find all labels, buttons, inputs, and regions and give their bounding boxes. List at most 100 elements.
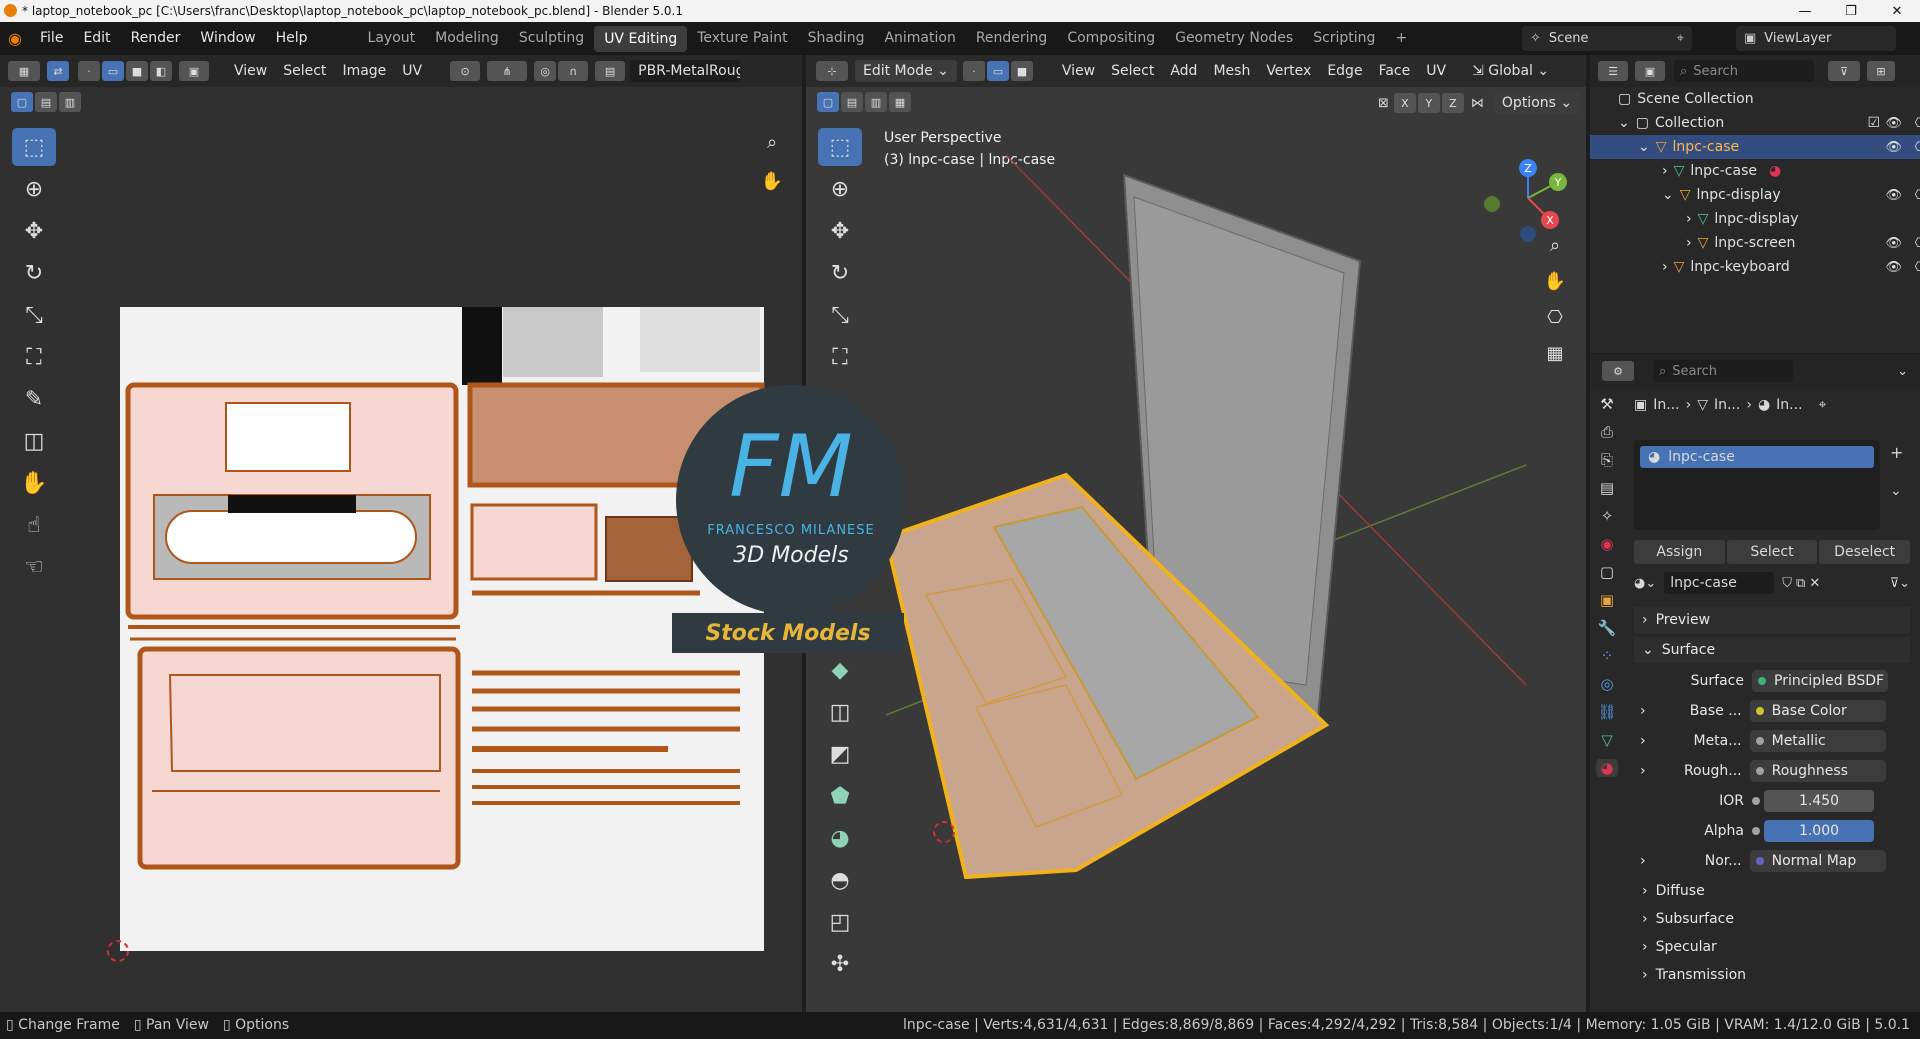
material-slot-list[interactable]: ◕ lnpc-case	[1634, 440, 1880, 530]
vp-mode-new-icon[interactable]: ▢	[817, 92, 839, 112]
close-icon[interactable]: ✕	[1874, 0, 1920, 22]
extrude-tool-icon[interactable]: ◆	[818, 651, 862, 689]
output-tab-icon[interactable]: ⎘	[1601, 451, 1613, 469]
vp-cursor-tool-icon[interactable]: ⊕	[818, 170, 862, 208]
tab-geometry-nodes[interactable]: Geometry Nodes	[1165, 22, 1303, 55]
physics-tab-icon[interactable]: ◎	[1600, 675, 1613, 693]
ortho-toggle-icon[interactable]: ▦	[1540, 338, 1570, 368]
menu-window[interactable]: Window	[190, 22, 265, 55]
mirror-z[interactable]: Z	[1441, 93, 1464, 113]
view-layer-tab-icon[interactable]: ▤	[1600, 479, 1614, 497]
expand-arrow-icon[interactable]: ›	[1640, 703, 1646, 719]
transform-tool-icon[interactable]: ⛶	[12, 338, 56, 376]
input-field[interactable]: Roughness	[1749, 760, 1886, 782]
orientation-selector[interactable]: ⇲ Global ⌄	[1464, 63, 1557, 79]
vp-scale-tool-icon[interactable]: ⤡	[818, 296, 862, 334]
uv-zoom-icon[interactable]: ⌕	[757, 127, 787, 157]
uv-menu-uv[interactable]: UV	[394, 63, 430, 79]
snap-icon[interactable]: ⋔	[487, 61, 528, 81]
laptop-model[interactable]	[886, 155, 1526, 895]
pinch-tool-icon[interactable]: ☜	[12, 548, 56, 586]
ior-field[interactable]: 1.450	[1764, 790, 1874, 812]
object-tab-icon[interactable]: ▣	[1600, 591, 1614, 609]
tab-layout[interactable]: Layout	[358, 22, 426, 55]
material-slot-row[interactable]: ◕ lnpc-case	[1640, 446, 1874, 468]
uv-menu-select[interactable]: Select	[275, 63, 334, 79]
duplicate-material-icon[interactable]: ⧉	[1796, 576, 1805, 591]
snap-3d-icon[interactable]: ⋈	[1471, 96, 1484, 111]
visibility-eye-icon[interactable]: 👁	[1885, 260, 1902, 275]
exclude-checkbox-icon[interactable]: ☑	[1867, 115, 1880, 131]
section-subsurface[interactable]: › Subsurface	[1634, 907, 1734, 931]
material-browse-icon[interactable]: ◕⌄	[1634, 576, 1656, 591]
normal-field[interactable]: Normal Map	[1749, 850, 1886, 872]
pivot-icon[interactable]: ⊙	[450, 61, 481, 81]
outliner-row-lnpc-keyboard[interactable]: › ▽ lnpc-keyboard 👁 ⎔	[1590, 255, 1920, 279]
annotate-tool-icon[interactable]: ✎	[12, 380, 56, 418]
tab-rendering[interactable]: Rendering	[966, 22, 1058, 55]
camera-view-icon[interactable]: ⎔	[1540, 302, 1570, 332]
3d-viewport[interactable]: ⊹ Edit Mode ⌄ · ▭ ■ View Select Add Mesh…	[672, 55, 1586, 1012]
render-camera-icon[interactable]: ⎔	[1915, 140, 1920, 155]
expand-arrow-icon[interactable]: ⌄	[1638, 139, 1650, 155]
vp-menu-face[interactable]: Face	[1371, 63, 1419, 79]
viewlayer-selector[interactable]: ▣ ViewLayer	[1736, 26, 1896, 51]
sync-selection-icon[interactable]: ⇄	[47, 61, 69, 81]
menu-render[interactable]: Render	[121, 22, 191, 55]
outliner-row-lnpc-display[interactable]: ⌄ ▽ lnpc-display 👁 ⎔	[1590, 183, 1920, 207]
input-field[interactable]: Metallic	[1749, 730, 1886, 752]
vp-menu-edge[interactable]: Edge	[1319, 63, 1370, 79]
add-workspace-icon[interactable]: +	[1385, 22, 1417, 55]
slot-specials-icon[interactable]: ⌄	[1890, 483, 1902, 499]
vertex-select-icon[interactable]: ·	[78, 61, 100, 81]
mirror-x[interactable]: X	[1393, 93, 1416, 113]
expand-arrow-icon[interactable]: ›	[1640, 853, 1646, 869]
modifier-tab-icon[interactable]: 🔧	[1598, 619, 1617, 637]
menu-edit[interactable]: Edit	[73, 22, 120, 55]
collection-tab-icon[interactable]: ▢	[1600, 563, 1614, 581]
select-button[interactable]: Select	[1726, 540, 1818, 564]
section-specular[interactable]: › Specular	[1634, 935, 1717, 959]
vp-menu-view[interactable]: View	[1054, 63, 1103, 79]
render-camera-icon[interactable]: ⎔	[1915, 260, 1920, 275]
render-camera-icon[interactable]: ⎔	[1915, 188, 1920, 203]
edge-select-icon[interactable]: ▭	[102, 61, 124, 81]
material-tab-icon[interactable]: ◕	[1596, 759, 1618, 777]
input-field[interactable]: Base Color	[1749, 700, 1886, 722]
cursor-tool-icon[interactable]: ⊕	[12, 170, 56, 208]
edge-mode-icon[interactable]: ▭	[986, 61, 1009, 81]
scene-selector[interactable]: ✧ Scene ⌖	[1522, 26, 1692, 51]
add-slot-icon[interactable]: +	[1890, 443, 1903, 462]
vp-mode-subtract-icon[interactable]: ▥	[865, 92, 887, 112]
options-dropdown[interactable]: Options ⌄	[1493, 92, 1581, 114]
rotate-tool-icon[interactable]: ↻	[12, 254, 56, 292]
pin-icon[interactable]: ⌖	[1819, 397, 1827, 413]
mode-selector[interactable]: Edit Mode ⌄	[855, 60, 957, 82]
minimize-icon[interactable]: —	[1782, 0, 1828, 22]
constraints-tab-icon[interactable]: ⛓	[1597, 703, 1616, 721]
vp-transform-tool-icon[interactable]: ⛶	[818, 338, 862, 376]
select-box-tool-icon[interactable]: ⬚	[12, 128, 56, 166]
outliner-type-icon[interactable]: ☰	[1598, 61, 1628, 81]
image-browse-icon[interactable]: ▤	[595, 61, 626, 81]
pin-icon[interactable]: ⌖	[1677, 31, 1684, 46]
editor-type-icon[interactable]: ▦	[8, 61, 40, 81]
node-link-icon[interactable]: ⊽⌄	[1890, 576, 1910, 591]
vp-menu-add[interactable]: Add	[1162, 63, 1205, 79]
new-collection-icon[interactable]: ⊞	[1867, 61, 1895, 81]
uv-mode-extend-icon[interactable]: ▤	[35, 92, 57, 112]
expand-arrow-icon[interactable]: ›	[1640, 763, 1646, 779]
rip-tool-icon[interactable]: ◫	[12, 422, 56, 460]
tab-shading[interactable]: Shading	[798, 22, 875, 55]
particles-tab-icon[interactable]: ⁘	[1601, 647, 1614, 665]
surface-shader-field[interactable]: Principled BSDF	[1752, 670, 1888, 692]
scale-tool-icon[interactable]: ⤡	[12, 296, 56, 334]
render-tab-icon[interactable]: ⎙	[1601, 423, 1613, 441]
uv-pan-icon[interactable]: ✋	[757, 166, 787, 196]
outliner-collection[interactable]: ⌄ ▢ Collection ☑ 👁 ⎔	[1590, 111, 1920, 135]
properties-options-icon[interactable]: ⌄	[1897, 364, 1908, 379]
sticky-select-icon[interactable]: ▣	[179, 61, 209, 81]
filter-icon[interactable]: ⊽	[1828, 61, 1860, 81]
render-camera-icon[interactable]: ⎔	[1915, 116, 1920, 131]
tool-tab-icon[interactable]: ⚒	[1600, 395, 1613, 413]
